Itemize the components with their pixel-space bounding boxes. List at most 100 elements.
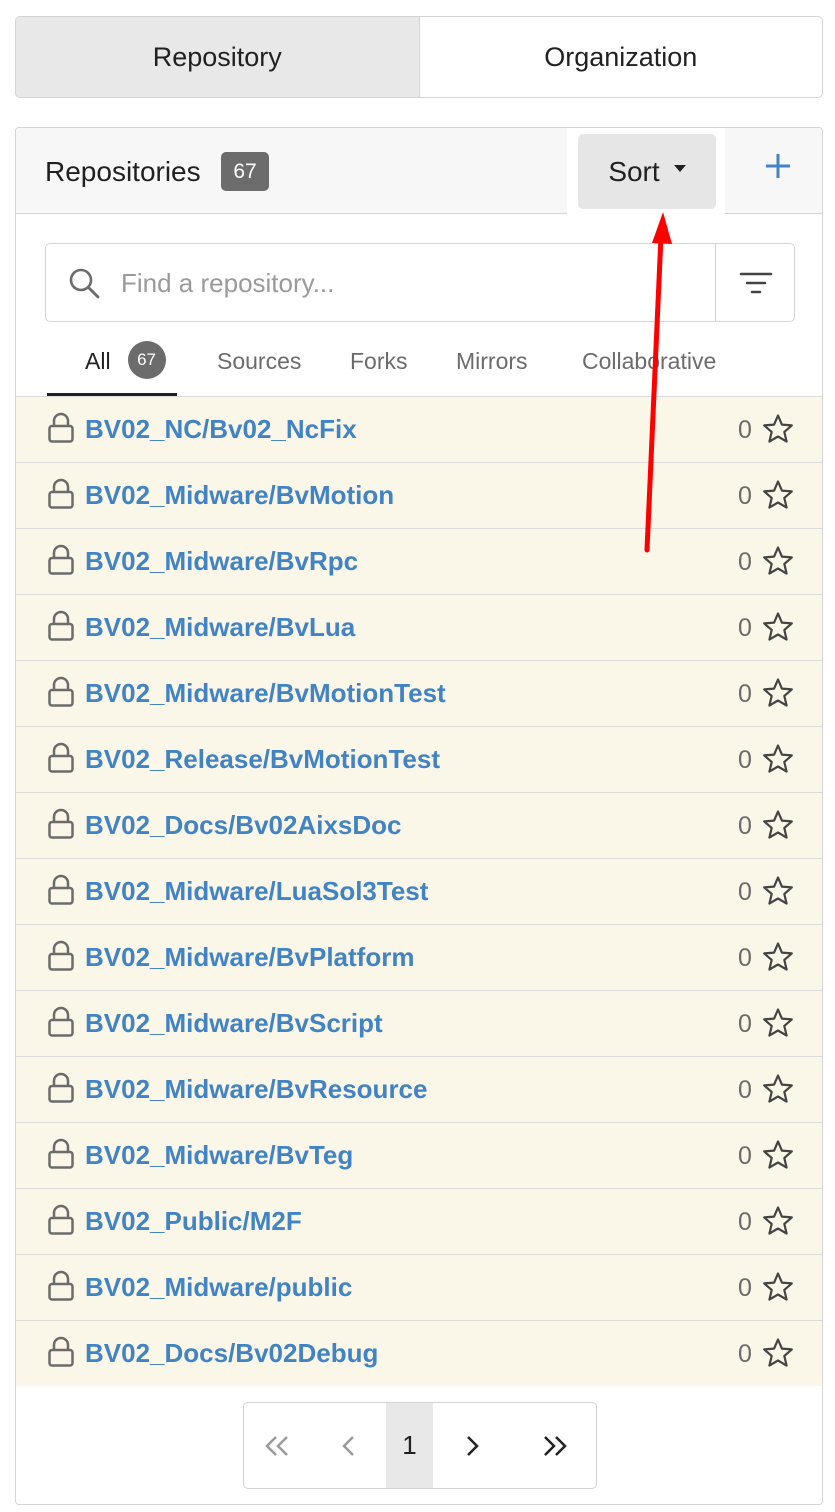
star-icon[interactable] [762,611,794,643]
repo-row: BV02_Midware/BvMotion 0 [16,462,822,528]
star-icon[interactable] [762,1073,794,1105]
repo-link[interactable]: BV02_Midware/BvTeg [85,1140,353,1171]
repo-link[interactable]: BV02_Midware/BvLua [85,612,355,643]
repo-row: BV02_Midware/LuaSol3Test 0 [16,858,822,924]
lock-icon [48,478,74,509]
star-icon[interactable] [762,413,794,445]
repo-link[interactable]: BV02_Midware/BvPlatform [85,942,414,973]
new-repo-button[interactable] [756,144,800,188]
last-page-button[interactable] [513,1403,596,1488]
lock-icon [48,1204,74,1235]
tab-mirrors[interactable]: Mirrors [456,338,528,396]
repo-link[interactable]: BV02_Public/M2F [85,1206,302,1237]
lock-icon [48,1270,74,1301]
star-count: 0 [738,1340,752,1368]
repo-link[interactable]: BV02_Midware/LuaSol3Test [85,876,428,907]
lock-icon [48,544,74,575]
star-count: 0 [738,1208,752,1236]
tab-repository[interactable]: Repository [16,17,420,97]
repo-link[interactable]: BV02_Release/BvMotionTest [85,744,440,775]
lock-icon [48,676,74,707]
star-icon[interactable] [762,677,794,709]
search-icon [69,268,100,299]
repositories-panel: Repositories 67 Sort Find a repository..… [15,127,823,1505]
filter-button[interactable] [715,244,795,321]
page-number-button[interactable]: 1 [386,1403,433,1488]
repo-link[interactable]: BV02_Midware/public [85,1272,352,1303]
repo-row: BV02_Midware/BvLua 0 [16,594,822,660]
star-icon[interactable] [762,743,794,775]
star-count: 0 [738,944,752,972]
lock-icon [48,940,74,971]
tab-organization[interactable]: Organization [420,17,823,97]
sort-button[interactable]: Sort [578,134,716,209]
repo-link[interactable]: BV02_Midware/BvMotion [85,480,394,511]
repo-link[interactable]: BV02_Midware/BvScript [85,1008,383,1039]
tab-all-label: All [85,348,111,374]
repo-row: BV02_NC/Bv02_NcFix 0 [16,396,822,462]
lock-icon [48,742,74,773]
repo-search [45,243,795,322]
filter-icon [739,272,772,293]
star-icon[interactable] [762,1271,794,1303]
repo-filter-tabs: All 67 Sources Forks Mirrors Collaborati… [16,338,822,396]
repo-link[interactable]: BV02_Midware/BvRpc [85,546,358,577]
repo-link[interactable]: BV02_NC/Bv02_NcFix [85,414,357,445]
tab-all[interactable]: All 67 [47,338,177,396]
tab-all-count-badge: 67 [127,341,166,379]
tab-forks[interactable]: Forks [350,338,408,396]
star-icon[interactable] [762,479,794,511]
double-chevron-left-icon [265,1435,288,1456]
next-page-button[interactable] [433,1403,513,1488]
sort-dropdown: Sort [567,128,725,215]
star-count: 0 [738,416,752,444]
star-count: 0 [738,1142,752,1170]
star-count: 0 [738,614,752,642]
prev-page-button[interactable] [310,1403,386,1488]
repo-row: BV02_Midware/public 0 [16,1254,822,1320]
star-count: 0 [738,482,752,510]
repo-row: BV02_Docs/Bv02Debug 0 [16,1320,822,1386]
repo-row: BV02_Midware/BvRpc 0 [16,528,822,594]
repo-link[interactable]: BV02_Midware/BvResource [85,1074,427,1105]
star-icon[interactable] [762,1139,794,1171]
star-icon[interactable] [762,941,794,973]
star-icon[interactable] [762,1205,794,1237]
sort-label: Sort [608,155,660,187]
repo-link[interactable]: BV02_Docs/Bv02AixsDoc [85,810,402,841]
star-count: 0 [738,746,752,774]
lock-icon [48,874,74,905]
repo-row: BV02_Midware/BvTeg 0 [16,1122,822,1188]
star-icon[interactable] [762,545,794,577]
star-count: 0 [738,878,752,906]
star-icon[interactable] [762,875,794,907]
repo-link[interactable]: BV02_Docs/Bv02Debug [85,1338,378,1369]
chevron-left-icon [342,1435,354,1456]
repo-row: BV02_Release/BvMotionTest 0 [16,726,822,792]
repo-row: BV02_Midware/BvResource 0 [16,1056,822,1122]
star-count: 0 [738,1010,752,1038]
repo-link[interactable]: BV02_Midware/BvMotionTest [85,678,446,709]
chevron-right-icon [467,1435,479,1456]
lock-icon [48,1072,74,1103]
repo-row: BV02_Docs/Bv02AixsDoc 0 [16,792,822,858]
lock-icon [48,1006,74,1037]
lock-icon [48,808,74,839]
repo-row: BV02_Midware/BvScript 0 [16,990,822,1056]
tab-collaborative[interactable]: Collaborative [582,338,716,396]
star-icon[interactable] [762,809,794,841]
star-icon[interactable] [762,1007,794,1039]
star-count: 0 [738,1274,752,1302]
repo-list: BV02_NC/Bv02_NcFix 0 BV02_Midware/BvMoti… [16,396,822,1386]
star-icon[interactable] [762,1337,794,1369]
repo-row: BV02_Midware/BvPlatform 0 [16,924,822,990]
search-input[interactable] [121,258,711,308]
first-page-button[interactable] [244,1403,310,1488]
lock-icon [48,610,74,641]
caret-down-icon [673,165,686,172]
star-count: 0 [738,548,752,576]
tab-sources[interactable]: Sources [217,338,301,396]
panel-title: Repositories [45,156,201,187]
panel-header: Repositories 67 Sort [16,128,822,215]
context-switcher: Repository Organization [15,16,823,98]
